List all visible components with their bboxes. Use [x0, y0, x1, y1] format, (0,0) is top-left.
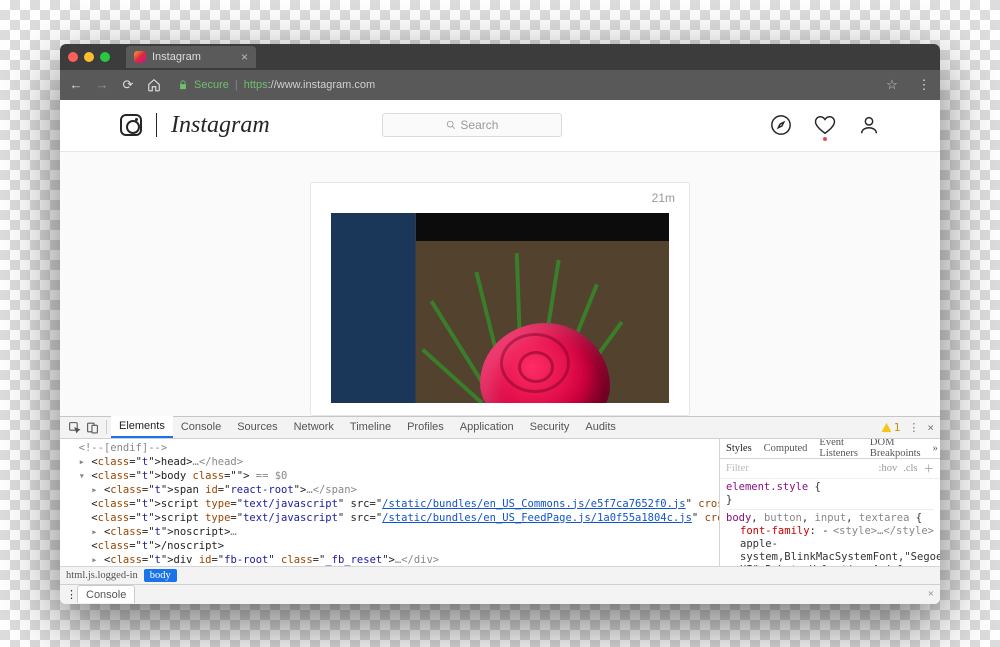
styles-sidebar: StylesComputedEvent ListenersDOM Breakpo… [720, 439, 940, 566]
devtools-tab-application[interactable]: Application [452, 416, 522, 438]
close-window-button[interactable] [68, 52, 78, 62]
post-header: 21m [311, 183, 689, 213]
add-rule-button[interactable]: ＋ [924, 461, 935, 476]
dom-breadcrumbs[interactable]: html.js.logged-in body [60, 566, 940, 584]
style-rule-block[interactable]: body, button, input, textarea {<style>…<… [726, 512, 934, 566]
devtools-close-button[interactable]: × [927, 421, 934, 434]
sidebar-tab-styles[interactable]: Styles [720, 439, 758, 458]
search-icon [446, 120, 456, 130]
url-scheme: https://www.instagram.com [244, 79, 375, 91]
activity-notification-dot [823, 137, 827, 141]
drawer-close-button[interactable]: × [928, 588, 934, 600]
devtools-tab-console[interactable]: Console [173, 416, 229, 438]
devtools-tab-audits[interactable]: Audits [577, 416, 624, 438]
devtools-tab-timeline[interactable]: Timeline [342, 416, 399, 438]
activity-icon[interactable] [814, 114, 836, 136]
browser-menu-button[interactable]: ⋮ [916, 77, 932, 93]
forward-button[interactable]: → [94, 77, 110, 92]
instagram-favicon-icon [134, 51, 146, 63]
home-button[interactable] [146, 78, 162, 92]
lock-icon [178, 79, 188, 91]
dom-line[interactable]: <class="t">/noscript> [66, 539, 719, 553]
inspect-element-button[interactable] [66, 419, 82, 435]
devtools-tab-security[interactable]: Security [522, 416, 578, 438]
devtools-menu-button[interactable]: ⋮ [908, 421, 919, 434]
transparent-background: Instagram × ← → ⟳ Secure | https://www.i… [0, 0, 1000, 647]
dom-tree[interactable]: <!--[endif]--> ▸ <class="t">head>…</head… [60, 439, 720, 566]
sidebar-tabs-overflow[interactable]: » [927, 439, 940, 458]
feed: 21m [60, 152, 940, 416]
styles-filter-input[interactable]: Filter [726, 463, 873, 474]
instagram-logo[interactable]: Instagram [120, 112, 270, 139]
dom-line[interactable]: ▸ <class="t">head>…</head> [66, 455, 719, 469]
styles-filter-row: Filter :hov .cls ＋ [720, 459, 940, 479]
styles-rules[interactable]: element.style {}body, button, input, tex… [720, 479, 940, 566]
explore-icon[interactable] [770, 114, 792, 136]
page-content: Instagram Search [60, 100, 940, 416]
drawer-menu-button[interactable]: ⋮ [66, 588, 77, 601]
search-placeholder: Search [460, 118, 498, 132]
tab-title: Instagram [152, 51, 201, 63]
warnings-badge[interactable]: 1 [881, 421, 901, 434]
dom-line[interactable]: ▸ <class="t">noscript>… [66, 525, 719, 539]
post-image[interactable] [331, 213, 669, 403]
browser-tabstrip: Instagram × [60, 44, 940, 70]
devtools-tab-network[interactable]: Network [286, 416, 342, 438]
devtools-drawer: ⋮ Console × [60, 584, 940, 604]
dom-line[interactable]: ▸ <class="t">div id="fb-root" class="_fb… [66, 553, 719, 566]
dom-line[interactable]: <class="t">script type="text/javascript"… [66, 511, 719, 525]
sidebar-tab-computed[interactable]: Computed [758, 439, 814, 458]
bookmark-button[interactable]: ☆ [884, 77, 900, 93]
crumb-active[interactable]: body [144, 569, 177, 582]
dom-line[interactable]: ▸ <class="t">span id="react-root">…</spa… [66, 483, 719, 497]
instagram-wordmark: Instagram [171, 112, 270, 139]
devtools-panel: ElementsConsoleSourcesNetworkTimelinePro… [60, 416, 940, 604]
post-card: 21m [310, 182, 690, 416]
drawer-tab-console[interactable]: Console [77, 585, 135, 603]
devtools-tabbar: ElementsConsoleSourcesNetworkTimelinePro… [60, 417, 940, 439]
devtools-tab-sources[interactable]: Sources [229, 416, 285, 438]
hov-toggle[interactable]: :hov [879, 463, 898, 474]
style-rule-block[interactable]: element.style {} [726, 481, 934, 510]
secure-label: Secure [194, 79, 229, 91]
address-bar[interactable]: Secure | https://www.instagram.com ☆ [172, 74, 906, 96]
warnings-count: 1 [894, 421, 901, 434]
search-input[interactable]: Search [382, 113, 562, 137]
post-timestamp: 21m [652, 191, 675, 205]
close-tab-button[interactable]: × [241, 50, 248, 64]
browser-toolbar: ← → ⟳ Secure | https://www.instagram.com… [60, 70, 940, 100]
crumb[interactable]: html.js.logged-in [66, 570, 138, 581]
window-controls [68, 52, 110, 62]
profile-icon[interactable] [858, 114, 880, 136]
header-actions [770, 114, 880, 136]
device-toggle-button[interactable] [84, 419, 100, 435]
sidebar-tabs: StylesComputedEvent ListenersDOM Breakpo… [720, 439, 940, 459]
dom-line[interactable]: ▾ <class="t">body class=""> == $0 [66, 469, 719, 483]
browser-window: Instagram × ← → ⟳ Secure | https://www.i… [60, 44, 940, 604]
browser-tab[interactable]: Instagram × [126, 46, 256, 68]
dom-line[interactable]: <class="t">script type="text/javascript"… [66, 497, 719, 511]
camera-icon [120, 114, 142, 136]
sidebar-tab-event-listeners[interactable]: Event Listeners [813, 439, 863, 458]
instagram-header: Instagram Search [60, 100, 940, 152]
maximize-window-button[interactable] [100, 52, 110, 62]
logo-divider [156, 113, 157, 137]
minimize-window-button[interactable] [84, 52, 94, 62]
reload-button[interactable]: ⟳ [120, 77, 136, 93]
sidebar-tab-dom-breakpoints[interactable]: DOM Breakpoints [864, 439, 927, 458]
dom-line[interactable]: <!--[endif]--> [66, 441, 719, 455]
back-button[interactable]: ← [68, 77, 84, 92]
cls-toggle[interactable]: .cls [903, 463, 917, 474]
devtools-tab-elements[interactable]: Elements [111, 416, 173, 438]
devtools-tab-profiles[interactable]: Profiles [399, 416, 452, 438]
